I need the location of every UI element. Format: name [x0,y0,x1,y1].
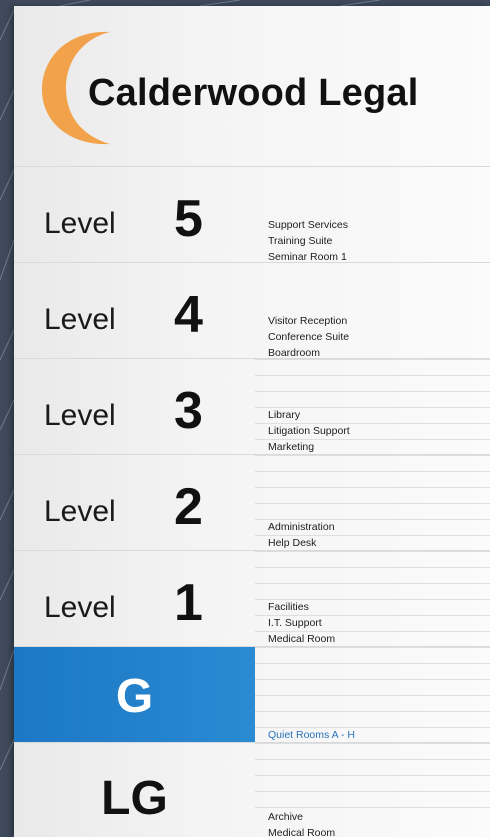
department-item: Quiet Rooms A - H [268,729,355,741]
department-list: Quiet Rooms A - H [268,727,355,743]
department-item: Litigation Support [268,425,350,437]
level-row-5: Level 5 Support Services Training Suite … [14,166,490,263]
sign-header: Calderwood Legal [14,6,490,166]
brand-name: Calderwood Legal [88,72,419,114]
level-number: 2 [174,478,203,536]
level-word: Level [44,303,116,336]
level-label-block: G [14,647,255,743]
level-row-lower-ground: LG Archive Medical Room [14,742,490,837]
department-item: Support Services [268,219,348,231]
level-row-2: Level 2 Administration Help Desk [14,454,490,552]
level-row-3: Level 3 Library Litigation Support Marke… [14,358,490,456]
level-word: Level [44,399,116,432]
department-item: Marketing [268,441,315,453]
level-word: Level [44,207,116,240]
level-number: 1 [174,574,203,632]
department-list: Visitor Reception Conference Suite Board… [268,313,349,361]
directory-sign: Calderwood Legal Level 5 Support Service… [14,6,490,837]
department-item: Training Suite [268,235,333,247]
level-row-ground: G Quiet Rooms A - H [14,646,490,744]
department-item: Archive [268,811,304,823]
level-label-block: Level 4 [14,263,255,359]
level-label-block: Level 3 [14,359,255,455]
level-label-block: Level 2 [14,455,255,551]
level-number: G [115,670,154,723]
department-list: Library Litigation Support Marketing [268,407,350,455]
department-panel: Visitor Reception Conference Suite Board… [255,263,490,361]
department-item: Help Desk [268,537,317,549]
level-number: 3 [174,382,203,440]
level-label-block: LG [14,743,255,837]
level-number: LG [101,772,168,825]
level-row-1: Level 1 Facilities I.T. Support Medical … [14,550,490,648]
level-word: Level [44,495,116,528]
department-item: Administration [268,521,335,533]
level-label-block: Level 5 [14,167,255,263]
level-number: 5 [174,190,203,248]
department-item: Medical Room [268,633,336,645]
level-label-block: Level 1 [14,551,255,647]
department-item: Visitor Reception [268,315,348,327]
department-list: Support Services Training Suite Seminar … [268,217,348,265]
department-item: I.T. Support [268,617,322,629]
department-panel: Archive Medical Room [255,743,490,837]
department-panel: Administration Help Desk [255,455,490,552]
department-panel: Library Litigation Support Marketing [255,359,490,456]
level-row-4: Level 4 Visitor Reception Conference Sui… [14,262,490,361]
department-item: Facilities [268,601,309,613]
department-item: Conference Suite [268,331,350,343]
department-list: Administration Help Desk [268,519,335,551]
level-number: 4 [174,286,203,344]
department-list: Archive Medical Room [268,809,335,837]
department-item: Medical Room [268,827,336,837]
level-word: Level [44,591,116,624]
department-panel: Quiet Rooms A - H [255,647,490,744]
department-list: Facilities I.T. Support Medical Room [268,599,335,647]
department-panel: Facilities I.T. Support Medical Room [255,551,490,648]
department-item: Library [268,409,301,421]
department-panel: Support Services Training Suite Seminar … [255,167,490,263]
